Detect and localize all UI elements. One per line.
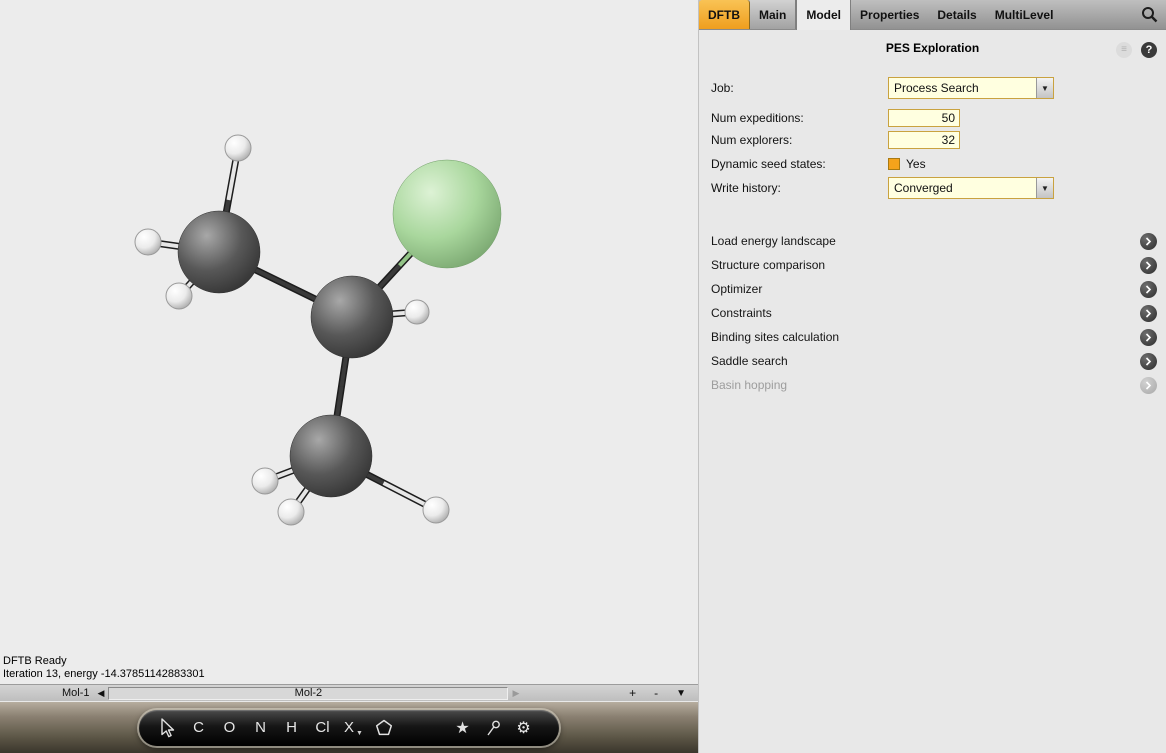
job-dropdown-value: Process Search xyxy=(889,78,1036,98)
num-explorers-label: Num explorers: xyxy=(711,133,888,147)
link-saddle-search[interactable]: Saddle search xyxy=(699,349,1166,373)
tabbar-spacer xyxy=(1062,0,1141,29)
job-row: Job: Process Search ▼ xyxy=(711,77,1166,99)
page-title: PES Exploration xyxy=(699,41,1166,55)
remove-molecule-button[interactable]: - xyxy=(654,686,658,700)
add-molecule-button[interactable]: + xyxy=(629,686,636,700)
write-history-dropdown-arrow-icon[interactable]: ▼ xyxy=(1036,178,1053,198)
link-label: Structure comparison xyxy=(711,258,825,272)
molecule-menu-button[interactable]: ▼ xyxy=(676,688,686,699)
link-structure-comparison[interactable]: Structure comparison xyxy=(699,253,1166,277)
status-area: DFTB Ready Iteration 13, energy -14.3785… xyxy=(3,655,205,681)
pes-form: Job: Process Search ▼ Num expeditions: N… xyxy=(699,77,1166,199)
num-expeditions-field[interactable] xyxy=(888,109,960,127)
element-x-label: X xyxy=(344,719,354,736)
link-label: Binding sites calculation xyxy=(711,330,839,344)
link-label: Saddle search xyxy=(711,354,788,368)
write-history-label: Write history: xyxy=(711,181,888,195)
status-engine: DFTB Ready xyxy=(3,655,205,668)
tab-properties[interactable]: Properties xyxy=(851,0,928,29)
link-basin-hopping: Basin hopping xyxy=(699,373,1166,397)
job-label: Job: xyxy=(711,81,888,95)
element-c-button[interactable]: C xyxy=(183,710,214,746)
scroll-right-icon[interactable]: ▶ xyxy=(512,688,519,699)
tab-details[interactable]: Details xyxy=(928,0,985,29)
tab-dftb[interactable]: DFTB xyxy=(699,0,750,29)
num-expeditions-label: Num expeditions: xyxy=(711,111,888,125)
dynamic-seed-states-value: Yes xyxy=(906,157,926,171)
help-icon[interactable]: ? xyxy=(1141,42,1157,58)
element-toolbar: C O N H Cl X ▼ ★ ⚙ xyxy=(139,710,559,746)
dynamic-seed-states-checkbox[interactable] xyxy=(888,158,900,170)
chevron-right-icon[interactable] xyxy=(1140,233,1157,250)
panel-title-icons: ≡ ? xyxy=(1116,42,1157,58)
status-iteration: Iteration 13, energy -14.37851142883301 xyxy=(3,668,205,681)
select-cursor-icon[interactable] xyxy=(153,710,183,746)
write-history-row: Write history: Converged ▼ xyxy=(711,177,1166,199)
num-explorers-row: Num explorers: xyxy=(711,129,1166,151)
viewer-pane: DFTB Ready Iteration 13, energy -14.3785… xyxy=(0,0,698,753)
tab-model[interactable]: Model xyxy=(796,0,851,30)
tab-multilevel[interactable]: MultiLevel xyxy=(986,0,1063,29)
chevron-right-icon[interactable] xyxy=(1140,257,1157,274)
panel-title-row: PES Exploration ≡ ? xyxy=(699,41,1166,61)
scroll-left-icon[interactable]: ◀ xyxy=(98,688,105,699)
ring-tool-icon[interactable] xyxy=(369,710,399,746)
structures-star-icon[interactable]: ★ xyxy=(447,710,478,746)
link-label: Optimizer xyxy=(711,282,762,296)
element-n-button[interactable]: N xyxy=(245,710,276,746)
mol-tab-2-label: Mol-2 xyxy=(295,687,323,699)
pes-exploration-panel: PES Exploration ≡ ? Job: Process Search … xyxy=(699,30,1166,397)
link-constraints[interactable]: Constraints xyxy=(699,301,1166,325)
chevron-right-icon[interactable] xyxy=(1140,281,1157,298)
write-history-dropdown[interactable]: Converged ▼ xyxy=(888,177,1054,199)
chevron-right-icon xyxy=(1140,377,1157,394)
write-history-dropdown-value: Converged xyxy=(889,178,1036,198)
link-optimizer[interactable]: Optimizer xyxy=(699,277,1166,301)
num-expeditions-row: Num expeditions: xyxy=(711,107,1166,129)
link-binding-sites-calculation[interactable]: Binding sites calculation xyxy=(699,325,1166,349)
wand-icon[interactable] xyxy=(478,710,508,746)
link-load-energy-landscape[interactable]: Load energy landscape xyxy=(699,229,1166,253)
element-cl-button[interactable]: Cl xyxy=(307,710,338,746)
job-dropdown[interactable]: Process Search ▼ xyxy=(888,77,1054,99)
chevron-right-icon[interactable] xyxy=(1140,353,1157,370)
panel-menu-icon[interactable]: ≡ xyxy=(1116,42,1132,58)
chevron-right-icon[interactable] xyxy=(1140,305,1157,322)
mol-tab-2-selected[interactable]: Mol-2 xyxy=(108,687,508,700)
molecule-canvas[interactable] xyxy=(0,0,698,684)
link-label: Load energy landscape xyxy=(711,234,836,248)
mol-tab-1[interactable]: Mol-1 xyxy=(58,687,94,699)
num-explorers-field[interactable] xyxy=(888,131,960,149)
link-label: Constraints xyxy=(711,306,772,320)
input-panel: DFTB Main Model Properties Details Multi… xyxy=(698,0,1166,753)
panel-tabbar: DFTB Main Model Properties Details Multi… xyxy=(699,0,1166,30)
settings-gear-icon[interactable]: ⚙ xyxy=(508,710,539,746)
molecule-viewport[interactable]: DFTB Ready Iteration 13, energy -14.3785… xyxy=(0,0,698,684)
search-icon[interactable] xyxy=(1141,6,1158,23)
job-dropdown-arrow-icon[interactable]: ▼ xyxy=(1036,78,1053,98)
element-o-button[interactable]: O xyxy=(214,710,245,746)
element-x-dropdown-icon: ▼ xyxy=(356,730,363,746)
dynamic-seed-states-label: Dynamic seed states: xyxy=(711,157,888,171)
chevron-right-icon[interactable] xyxy=(1140,329,1157,346)
tab-main[interactable]: Main xyxy=(750,0,796,29)
element-x-button[interactable]: X ▼ xyxy=(338,710,369,746)
subpanel-links: Load energy landscape Structure comparis… xyxy=(699,229,1166,397)
dynamic-seed-states-row: Dynamic seed states: Yes xyxy=(711,153,1166,175)
link-label: Basin hopping xyxy=(711,378,787,392)
element-toolbar-strip: C O N H Cl X ▼ ★ ⚙ xyxy=(0,702,698,753)
molecule-tab-strip: Mol-1 ◀ Mol-2 ▶ + - ▼ xyxy=(0,684,698,701)
element-h-button[interactable]: H xyxy=(276,710,307,746)
